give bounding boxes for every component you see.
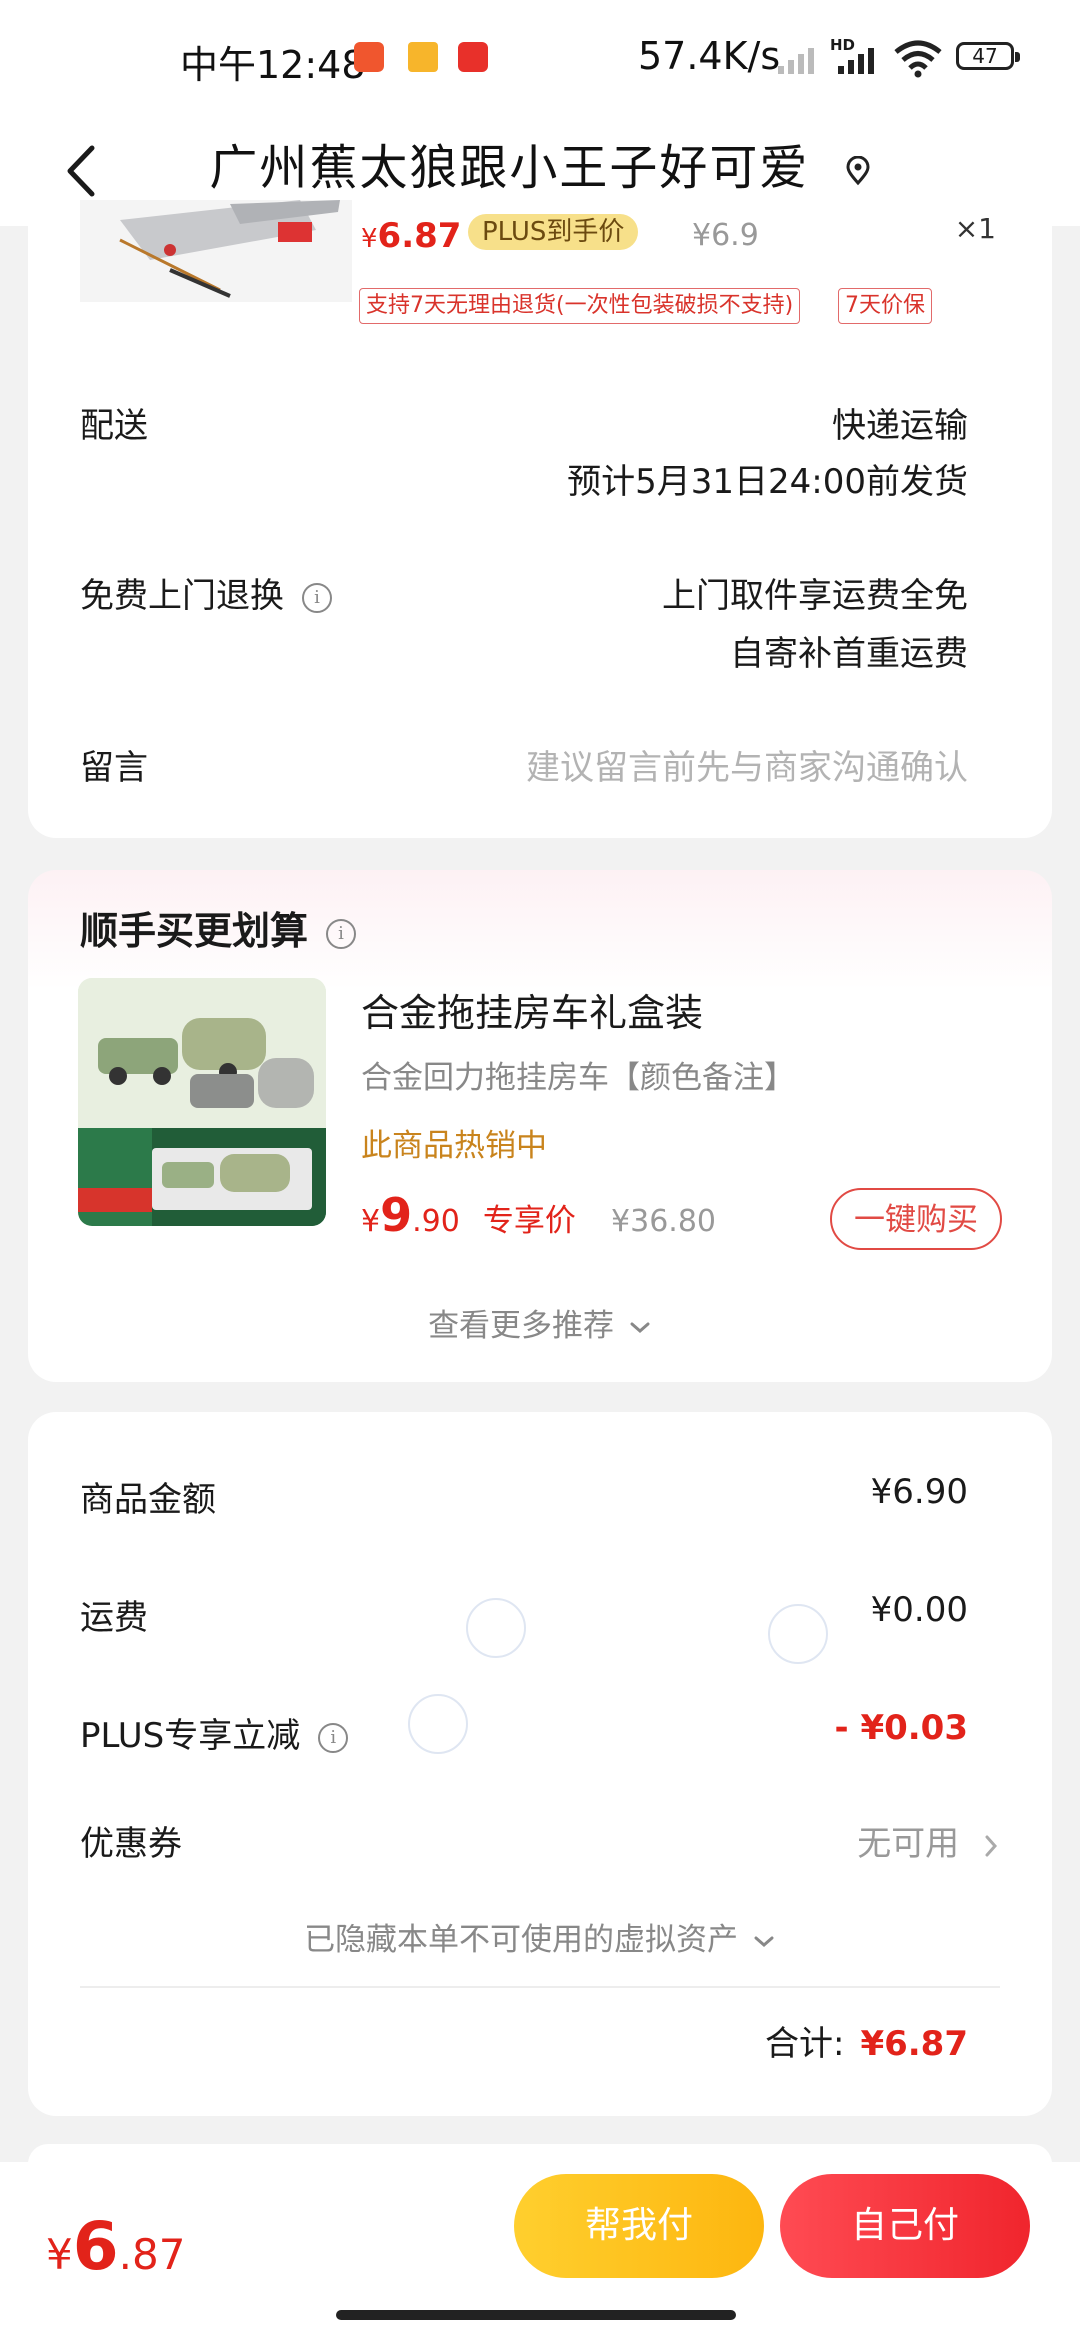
free-return-line1: 上门取件享运费全免 (662, 576, 968, 616)
delivery-method[interactable]: 快递运输 (832, 398, 968, 447)
total-label: 合计: (764, 2024, 845, 2064)
hot-selling-text: 此商品热销中 (361, 1128, 547, 1164)
total-value: ¥6.87 (860, 2024, 968, 2064)
item-original-price: ¥6.9 (692, 218, 759, 253)
app-notification-icon (458, 42, 488, 72)
product-image[interactable] (78, 978, 326, 1226)
address-title: 广州蕉太狼跟小王子好可爱 (209, 140, 810, 196)
hidden-assets-text: 已隐藏本单不可使用的虚拟资产 (304, 1922, 739, 1958)
coupon-value: 无可用 (857, 1824, 960, 1864)
recommend-card: 顺手买更划算 i 合金拖挂房车礼盒装 合金回力拖挂房车【颜色备注】 此商品热销中 … (28, 870, 1052, 1382)
bottom-total: ¥6.87 (46, 2208, 186, 2285)
one-click-buy-button[interactable]: 一键购买 (830, 1188, 1002, 1250)
info-icon[interactable]: i (318, 1722, 349, 1753)
chevron-down-icon (754, 1936, 774, 1947)
signal-weak-icon (778, 48, 814, 74)
summary-divider (80, 1986, 1000, 1988)
recommend-price: ¥9.90 专享价 ¥36.80 (361, 1188, 716, 1242)
item-quantity: ×1 (954, 212, 996, 245)
info-icon[interactable]: i (302, 582, 332, 613)
chevron-right-icon (985, 1835, 998, 1856)
more-recommend-link[interactable]: 查看更多推荐 (28, 1300, 1052, 1345)
status-time: 中午12:48 (180, 43, 366, 87)
price-summary-card: 商品金额 ¥6.90 运费 ¥0.00 PLUS专享立减 i - ¥0.03 优惠… (28, 1412, 1052, 2116)
toy-plane-image (80, 200, 352, 302)
touch-indicator (768, 1604, 828, 1664)
location-pin-icon (846, 156, 870, 186)
touch-indicator (408, 1694, 468, 1754)
status-bar: 中午12:48 57.4K/s HD 47 (0, 0, 1080, 118)
message-label: 留言 (80, 748, 148, 788)
page-title[interactable]: 广州蕉太狼跟小王子好可爱 (0, 128, 1080, 198)
return-policy-tag: 支持7天无理由退货(一次性包装破损不支持) (359, 288, 801, 324)
home-indicator[interactable] (336, 2310, 736, 2320)
toy-rv-image (78, 978, 326, 1226)
delivery-eta: 预计5月31日24:00前发货 (567, 462, 968, 502)
recommend-product-sub: 合金回力拖挂房车【颜色备注】 (361, 1060, 795, 1096)
wifi-icon (894, 40, 942, 78)
goods-amount-label: 商品金额 (80, 1480, 216, 1520)
message-input[interactable]: 建议留言前先与商家沟通确认 (526, 740, 968, 789)
signal-strong-icon (838, 48, 874, 74)
checkout-bar: ¥6.87 帮我付 自己付 (0, 2162, 1080, 2340)
free-return-row: 免费上门退换 i (80, 568, 332, 617)
order-item-card: ¥6.87 PLUS到手价 ¥6.9 ×1 支持7天无理由退货(一次性包装破损不… (28, 200, 1052, 838)
info-icon[interactable]: i (326, 918, 357, 949)
price-protect-tag: 7天价保 (838, 288, 932, 324)
hidden-assets-toggle[interactable]: 已隐藏本单不可使用的虚拟资产 (28, 1914, 1052, 1959)
coupon-selector[interactable]: 无可用 (857, 1816, 1000, 1865)
battery-icon: 47 (956, 42, 1020, 70)
recommend-product-name[interactable]: 合金拖挂房车礼盒装 (361, 982, 703, 1037)
free-return-line2: 自寄补首重运费 (730, 634, 968, 674)
recommend-original-price: ¥36.80 (611, 1204, 716, 1239)
delivery-label: 配送 (80, 406, 148, 446)
plus-discount-row: PLUS专享立减 i (80, 1708, 349, 1757)
coupon-label: 优惠券 (80, 1824, 182, 1864)
recommend-title: 顺手买更划算 (80, 909, 309, 953)
exclusive-price-label: 专享价 (482, 1203, 576, 1239)
message-notification-icon (408, 42, 438, 72)
goods-amount-value: ¥6.90 (870, 1472, 968, 1512)
more-recommend-text: 查看更多推荐 (428, 1308, 615, 1344)
total-row: 合计: ¥6.87 (765, 2016, 968, 2065)
shipping-value: ¥0.00 (870, 1590, 968, 1630)
network-speed: 57.4K/s (638, 34, 781, 78)
touch-indicator (466, 1598, 526, 1658)
item-price: ¥6.87 (361, 216, 462, 256)
plus-discount-value: - ¥0.03 (834, 1708, 969, 1748)
help-me-pay-button[interactable]: 帮我付 (514, 2174, 764, 2278)
free-return-label: 免费上门退换 (80, 576, 284, 616)
app-notification-icon (354, 42, 384, 72)
chevron-down-icon (630, 1322, 650, 1333)
shipping-label: 运费 (80, 1598, 148, 1638)
recommend-title-row: 顺手买更划算 i (80, 900, 357, 955)
pay-myself-button[interactable]: 自己付 (780, 2174, 1030, 2278)
plus-price-badge: PLUS到手价 (468, 214, 639, 250)
plus-discount-label: PLUS专享立减 (80, 1716, 301, 1756)
product-thumbnail[interactable] (80, 200, 352, 302)
battery-level: 47 (972, 44, 998, 68)
